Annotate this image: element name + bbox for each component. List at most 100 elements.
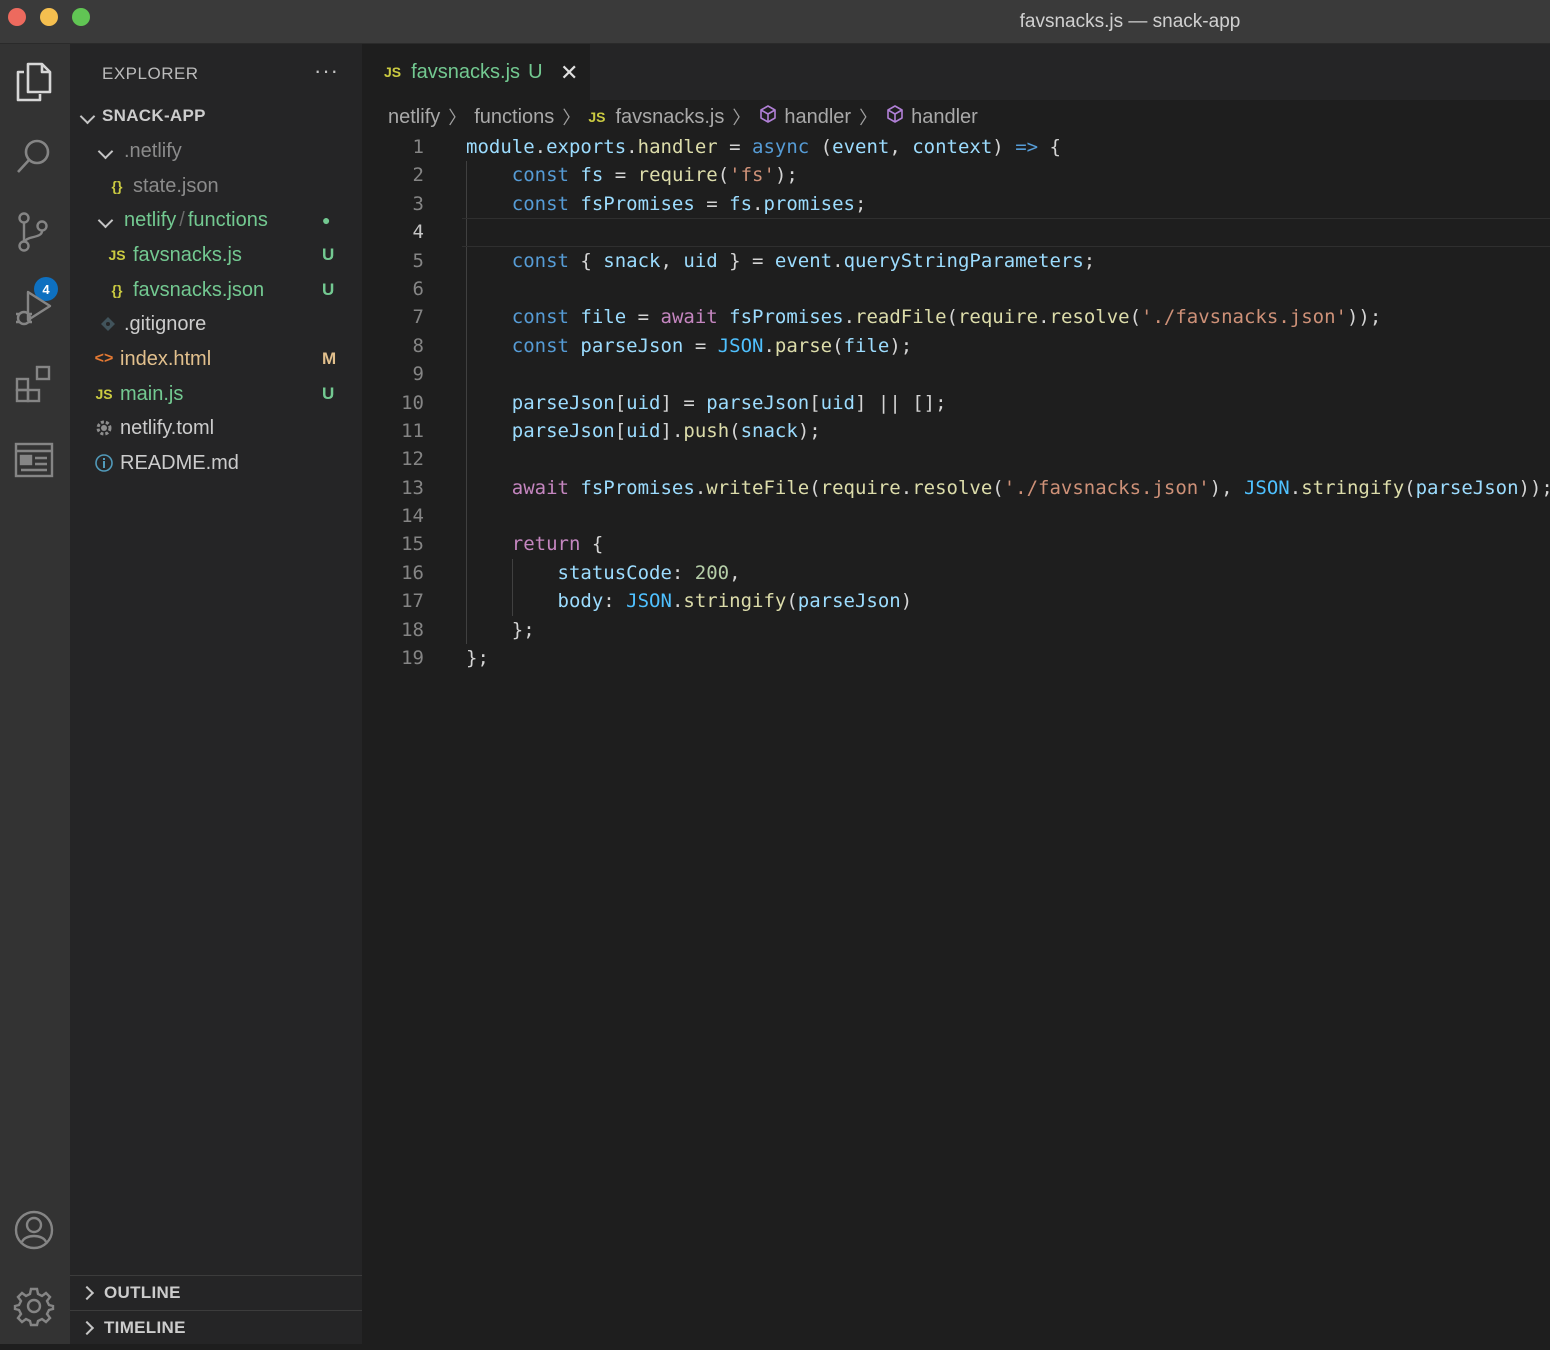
activity-bar: 4 bbox=[0, 44, 70, 1344]
chevron-down-icon bbox=[79, 105, 102, 128]
file-main-js[interactable]: JS main.js U bbox=[70, 377, 362, 411]
run-debug-icon[interactable] bbox=[10, 284, 58, 332]
breadcrumb: netlify 〉 functions 〉 JS favsnacks.js 〉 … bbox=[388, 104, 978, 130]
line-number: 18 bbox=[401, 618, 424, 641]
line-number: 9 bbox=[412, 363, 424, 386]
file-netlify-toml[interactable]: netlify.toml bbox=[70, 411, 362, 445]
folder-netlify-functions[interactable]: netlify / functions ● bbox=[70, 203, 362, 237]
code-line[interactable]: 6 bbox=[362, 275, 1550, 303]
current-line-highlight bbox=[462, 218, 1550, 247]
line-number: 14 bbox=[401, 505, 424, 528]
chevron-right-icon: 〉 bbox=[448, 108, 467, 128]
window-close-button[interactable] bbox=[8, 8, 26, 26]
untracked-dot-icon: ● bbox=[322, 212, 331, 228]
code-text: parseJson[uid].push(snack); bbox=[511, 419, 821, 442]
breadcrumb-item[interactable]: favsnacks.js bbox=[615, 106, 724, 129]
chevron-down-icon bbox=[97, 209, 124, 232]
tree-item-label: README.md bbox=[120, 451, 239, 474]
code-line[interactable]: 14 bbox=[362, 502, 1550, 530]
search-icon[interactable] bbox=[10, 132, 58, 180]
line-number: 19 bbox=[401, 647, 424, 670]
tab-favsnacks-js[interactable]: JS favsnacks.js U ✕ bbox=[362, 44, 590, 100]
code-line[interactable]: 17 body: JSON.stringify(parseJson) bbox=[362, 587, 1550, 615]
code-text: parseJson[uid] = parseJson[uid] || []; bbox=[511, 391, 947, 414]
code-line[interactable]: 12 bbox=[362, 445, 1550, 473]
file-favsnacks-json[interactable]: {} favsnacks.json U bbox=[70, 273, 362, 307]
window-maximize-button[interactable] bbox=[72, 8, 90, 26]
js-file-icon: JS bbox=[588, 109, 606, 125]
git-file-icon bbox=[94, 316, 122, 332]
tab-git-status: U bbox=[528, 60, 543, 83]
line-number: 2 bbox=[412, 164, 424, 187]
outline-section-header[interactable]: OUTLINE bbox=[70, 1275, 362, 1309]
code-line[interactable]: 9 bbox=[362, 360, 1550, 388]
remote-explorer-icon[interactable] bbox=[10, 436, 58, 484]
chevron-right-icon: 〉 bbox=[562, 108, 581, 128]
line-number: 3 bbox=[412, 192, 424, 215]
folder-snack-app[interactable]: SNACK-APP bbox=[70, 99, 362, 133]
breadcrumb-item[interactable]: functions bbox=[474, 106, 554, 129]
source-control-icon[interactable] bbox=[10, 208, 58, 256]
account-icon[interactable] bbox=[10, 1206, 58, 1254]
git-status-badge: M bbox=[322, 349, 337, 368]
js-file-icon: JS bbox=[95, 386, 113, 402]
more-actions-icon[interactable]: ··· bbox=[314, 58, 339, 84]
code-line[interactable]: 11 parseJson[uid].push(snack); bbox=[362, 417, 1550, 445]
close-icon[interactable]: ✕ bbox=[560, 60, 578, 86]
folder-netlify-hidden[interactable]: .netlify bbox=[70, 134, 362, 168]
code-line[interactable]: 18 }; bbox=[362, 616, 1550, 644]
line-number: 10 bbox=[401, 391, 424, 414]
code-line[interactable]: 15 return { bbox=[362, 530, 1550, 558]
tree-item-label: favsnacks.json bbox=[133, 278, 265, 301]
code-line[interactable]: 3 const fsPromises = fs.promises; bbox=[362, 190, 1550, 218]
json-file-icon: {} bbox=[111, 282, 123, 298]
code-line[interactable]: 8 const parseJson = JSON.parse(file); bbox=[362, 332, 1550, 360]
breadcrumb-item[interactable]: handler bbox=[911, 106, 978, 129]
code-editor[interactable]: 1 module.exports.handler = async (event, … bbox=[362, 133, 1550, 672]
tree-item-label: netlify.toml bbox=[120, 416, 215, 439]
code-line[interactable]: 4 bbox=[362, 218, 1550, 247]
file-state-json[interactable]: {} state.json bbox=[70, 169, 362, 203]
window-minimize-button[interactable] bbox=[40, 8, 58, 26]
line-number: 5 bbox=[412, 249, 424, 272]
code-line[interactable]: 1 module.exports.handler = async (event, … bbox=[362, 133, 1550, 161]
code-line[interactable]: 19}; bbox=[362, 644, 1550, 672]
tab-bar: JS favsnacks.js U ✕ bbox=[362, 44, 1550, 100]
breadcrumb-item[interactable]: handler bbox=[784, 106, 851, 129]
line-number: 4 bbox=[412, 221, 424, 244]
chevron-down-icon bbox=[97, 140, 124, 163]
gear-icon[interactable] bbox=[10, 1282, 58, 1330]
code-text: const file = await fsPromises.readFile(r… bbox=[511, 306, 1382, 329]
explorer-title: EXPLORER bbox=[102, 64, 199, 83]
code-line[interactable]: 13 await fsPromises.writeFile(require.re… bbox=[362, 474, 1550, 502]
editor-area: JS favsnacks.js U ✕ netlify 〉 functions … bbox=[362, 44, 1550, 1344]
breadcrumb-item[interactable]: netlify bbox=[388, 106, 440, 129]
tree-item-label: favsnacks.js bbox=[133, 243, 242, 266]
html-file-icon: <> bbox=[94, 350, 114, 367]
files-icon[interactable] bbox=[10, 58, 58, 106]
file-index-html[interactable]: <> index.html M bbox=[70, 342, 362, 376]
chevron-right-icon: 〉 bbox=[859, 108, 878, 128]
js-file-icon: JS bbox=[384, 64, 402, 80]
code-text: await fsPromises.writeFile(require.resol… bbox=[511, 476, 1550, 499]
file-readme-md[interactable]: README.md bbox=[70, 446, 362, 480]
line-number: 16 bbox=[401, 561, 424, 584]
file-gitignore[interactable]: .gitignore bbox=[70, 307, 362, 341]
code-line[interactable]: 10 parseJson[uid] = parseJson[uid] || []… bbox=[362, 389, 1550, 417]
tree-item-label: main.js bbox=[120, 382, 184, 405]
line-number: 7 bbox=[412, 306, 424, 329]
code-line[interactable]: 16 statusCode: 200, bbox=[362, 559, 1550, 587]
timeline-section-header[interactable]: TIMELINE bbox=[70, 1310, 362, 1344]
tree-item-label: state.json bbox=[133, 174, 219, 197]
tab-label: favsnacks.js bbox=[411, 60, 521, 83]
code-line[interactable]: 7 const file = await fsPromises.readFile… bbox=[362, 303, 1550, 331]
chevron-right-icon: 〉 bbox=[732, 108, 751, 128]
code-line[interactable]: 2 const fs = require('fs'); bbox=[362, 161, 1550, 189]
json-file-icon: {} bbox=[111, 178, 123, 194]
code-line[interactable]: 5 const { snack, uid } = event.queryStri… bbox=[362, 247, 1550, 275]
method-cube-icon bbox=[885, 104, 905, 130]
file-favsnacks-js[interactable]: JS favsnacks.js U bbox=[70, 238, 362, 272]
extensions-icon[interactable] bbox=[10, 360, 58, 408]
section-label: TIMELINE bbox=[104, 1317, 186, 1337]
path-separator: / bbox=[179, 208, 185, 231]
